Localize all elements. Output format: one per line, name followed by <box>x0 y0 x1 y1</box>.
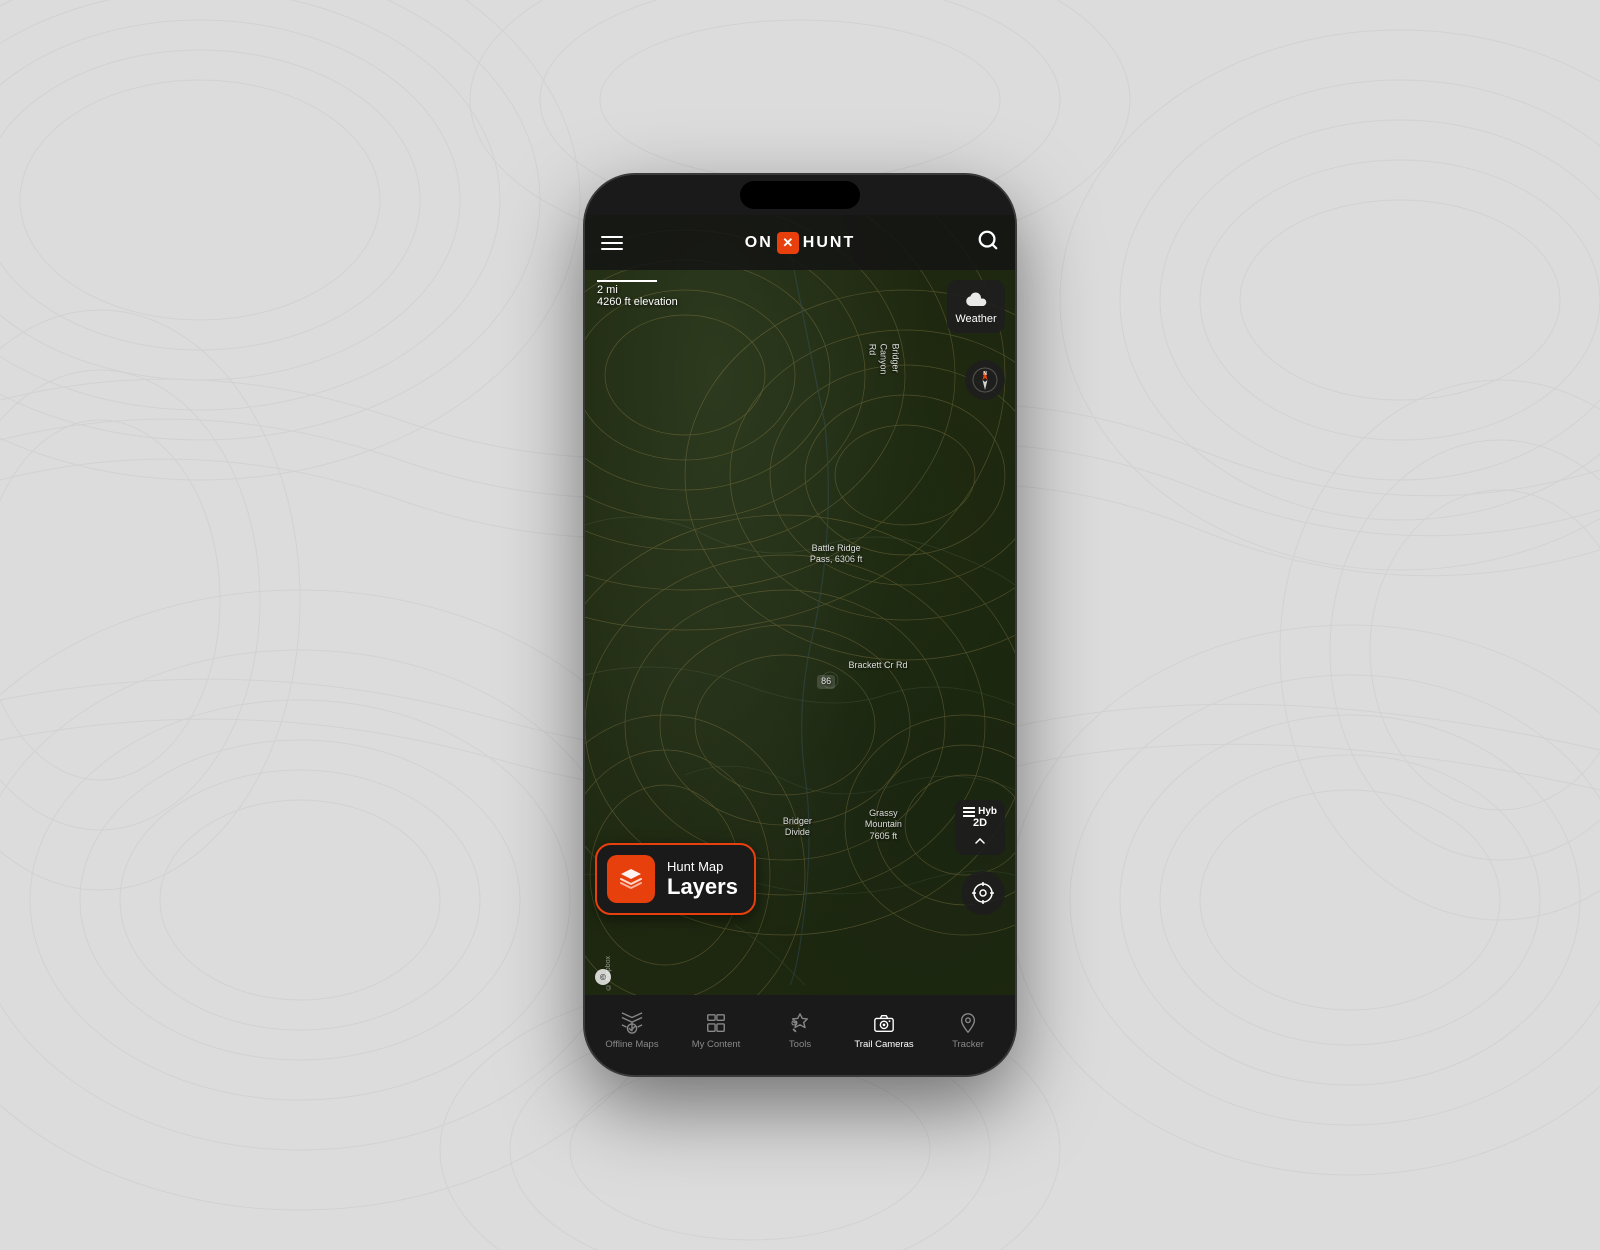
weather-cloud-icon <box>963 288 989 310</box>
hunt-map-label: Hunt Map <box>667 859 738 875</box>
menu-button[interactable] <box>601 236 623 250</box>
tracker-icon <box>957 1011 979 1035</box>
dynamic-island <box>740 181 860 209</box>
layers-text-container: Hunt Map Layers <box>667 859 738 899</box>
map-info: 2 mi 4260 ft elevation <box>597 280 678 308</box>
map-scale: 2 mi <box>597 284 678 296</box>
search-icon <box>977 229 999 251</box>
nav-item-my-content[interactable]: My Content <box>674 1011 758 1050</box>
chevron-up-icon <box>975 838 985 844</box>
map-type-label: Hyb <box>963 806 997 817</box>
mapbox-logo: © <box>595 969 611 985</box>
map-type-selector[interactable]: Hyb 2D <box>955 800 1005 855</box>
trail-cameras-icon <box>873 1011 895 1035</box>
tracker-label: Tracker <box>952 1039 984 1050</box>
compass-icon: N <box>971 366 999 394</box>
elevation-text: 4260 ft elevation <box>597 296 678 308</box>
nav-item-tracker[interactable]: Tracker <box>926 1011 1010 1050</box>
weather-widget[interactable]: Weather <box>947 280 1005 333</box>
nav-item-tools[interactable]: Tools <box>758 1011 842 1050</box>
menu-icon <box>601 242 623 244</box>
menu-icon <box>601 248 623 250</box>
mapbox-logo-circle: © <box>595 969 611 985</box>
map-dimension-text: 2D <box>963 817 997 829</box>
layers-icon <box>617 865 645 893</box>
map-type-text: Hyb <box>978 806 997 817</box>
phone-status-bar <box>585 175 1015 215</box>
crosshair-button[interactable] <box>961 871 1005 915</box>
map-navbar: ON ✕ HUNT <box>585 215 1015 270</box>
map-layers-small-icon <box>963 807 975 817</box>
menu-icon <box>601 236 623 238</box>
layers-icon-background <box>607 855 655 903</box>
my-content-label: My Content <box>692 1039 741 1050</box>
logo-on: ON <box>745 234 773 252</box>
weather-label: Weather <box>955 313 996 325</box>
offline-maps-icon <box>621 1011 643 1035</box>
app-logo: ON ✕ HUNT <box>745 232 855 254</box>
tools-icon <box>789 1011 811 1035</box>
trail-cameras-label: Trail Cameras <box>854 1039 913 1050</box>
svg-text:N: N <box>983 371 987 377</box>
map-container[interactable]: ON ✕ HUNT 2 mi 4260 ft elevation Battle … <box>585 215 1015 995</box>
nav-item-offline-maps[interactable]: Offline Maps <box>590 1011 674 1050</box>
search-button[interactable] <box>977 229 999 257</box>
crosshair-icon <box>971 881 995 905</box>
offline-maps-label: Offline Maps <box>605 1039 658 1050</box>
nav-item-trail-cameras[interactable]: Trail Cameras <box>842 1011 926 1050</box>
map-elevation: 4260 ft elevation <box>597 296 678 308</box>
hunt-map-layers-button[interactable]: Hunt Map Layers <box>595 843 756 915</box>
logo-x: ✕ <box>777 232 799 254</box>
compass-widget[interactable]: N <box>965 360 1005 400</box>
bottom-navigation: Offline Maps My Content T <box>585 995 1015 1075</box>
scale-line <box>597 280 657 282</box>
layers-label: Layers <box>667 875 738 899</box>
my-content-icon <box>705 1011 727 1035</box>
tools-label: Tools <box>789 1039 811 1050</box>
logo-hunt: HUNT <box>803 234 855 252</box>
phone-device: ON ✕ HUNT 2 mi 4260 ft elevation Battle … <box>585 175 1015 1075</box>
